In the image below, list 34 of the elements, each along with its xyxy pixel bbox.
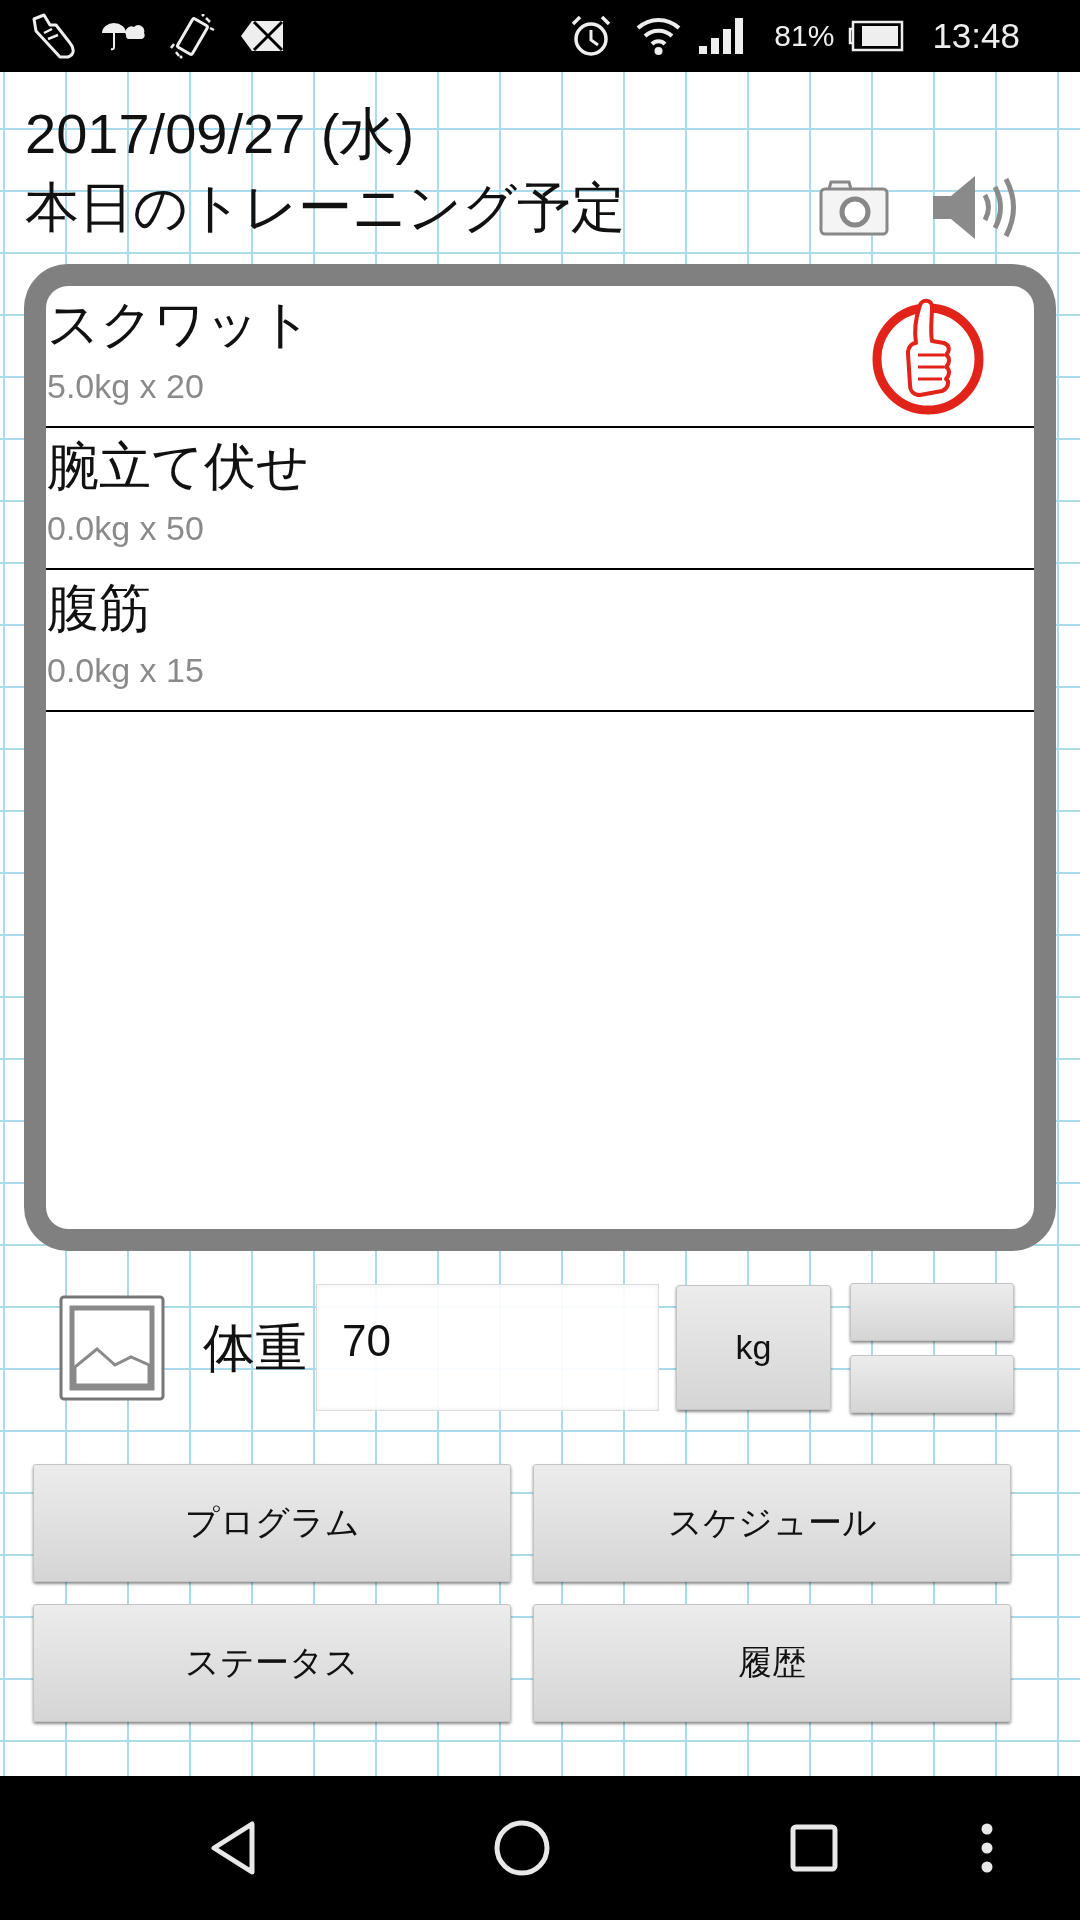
menu-button[interactable]: プログラム	[33, 1464, 511, 1582]
exercise-detail: 0.0kg x 15	[47, 650, 204, 690]
exercise-name: 腕立て伏せ	[47, 436, 309, 497]
recents-icon[interactable]	[790, 1824, 838, 1872]
image-icon[interactable]	[59, 1294, 165, 1401]
weight-label: 体重	[203, 1317, 307, 1379]
battery-percent: 81%	[774, 18, 835, 54]
menu-button[interactable]: 履歴	[533, 1604, 1011, 1722]
menu-button[interactable]: ステータス	[33, 1604, 511, 1722]
exercise-row[interactable]: 腹筋 0.0kg x 15	[46, 570, 1034, 712]
menu-button[interactable]: スケジュール	[533, 1464, 1011, 1582]
weight-input[interactable]: 70	[316, 1284, 659, 1411]
exercise-row[interactable]: 腕立て伏せ 0.0kg x 50	[46, 428, 1034, 570]
clock-time: 13:48	[932, 16, 1020, 56]
exercise-detail: 0.0kg x 50	[47, 508, 204, 548]
exercise-name: 腹筋	[47, 578, 151, 639]
battery-icon	[848, 20, 905, 52]
vibrate-icon	[170, 13, 215, 59]
home-icon[interactable]	[494, 1820, 550, 1876]
exercise-row[interactable]: スクワット 5.0kg x 20	[46, 286, 1034, 428]
page-title: 本日のトレーニング予定	[25, 176, 625, 239]
crossed-box-icon	[240, 20, 284, 52]
umbrella-cloud-icon	[100, 21, 145, 51]
exercise-detail: 5.0kg x 20	[47, 366, 204, 406]
camera-icon[interactable]	[819, 178, 889, 236]
wifi-icon	[635, 16, 683, 56]
menu-icon[interactable]	[981, 1823, 993, 1873]
unit-button[interactable]: kg	[676, 1285, 831, 1410]
back-icon[interactable]	[210, 1820, 256, 1876]
alarm-clock-icon	[571, 15, 612, 57]
signal-icon	[699, 18, 745, 54]
date-text: 2017/09/27 (水)	[25, 101, 415, 167]
shoe-icon	[30, 12, 75, 60]
exercise-name: スクワット	[47, 294, 312, 355]
